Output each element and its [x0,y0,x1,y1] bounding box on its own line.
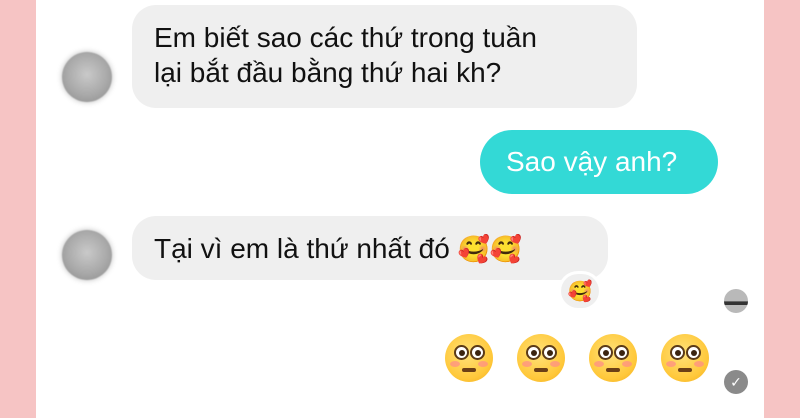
flushed-face-emoji [445,334,493,382]
smiling-hearts-emoji: 🥰🥰 [457,235,523,265]
chat-thread: Em biết sao các thứ trong tuần lại bắt đ… [36,0,764,418]
contact-avatar[interactable] [62,52,112,102]
incoming-message-bubble[interactable]: Em biết sao các thứ trong tuần lại bắt đ… [132,5,637,108]
flushed-face-emoji [517,334,565,382]
message-line: lại bắt đầu bằng thứ hai kh? [154,57,502,88]
flushed-face-emoji [589,334,637,382]
contact-avatar[interactable] [62,230,112,280]
outgoing-emoji-message[interactable] [445,334,709,382]
seen-by-avatar: ▬▬ [724,289,748,313]
message-text: Sao vậy anh? [506,146,678,177]
message-line: Em biết sao các thứ trong tuần [154,22,537,53]
message-text: Tại vì em là thứ nhất đó [154,233,450,264]
check-icon: ✓ [724,370,748,394]
flushed-face-emoji [661,334,709,382]
message-reaction[interactable]: 🥰 [561,274,599,308]
reaction-emoji: 🥰 [567,279,593,303]
sunglasses-icon: ▬▬ [724,294,748,308]
outgoing-message-bubble[interactable]: Sao vậy anh? [480,130,718,194]
incoming-message-bubble[interactable]: Tại vì em là thứ nhất đó 🥰🥰 [132,216,608,280]
